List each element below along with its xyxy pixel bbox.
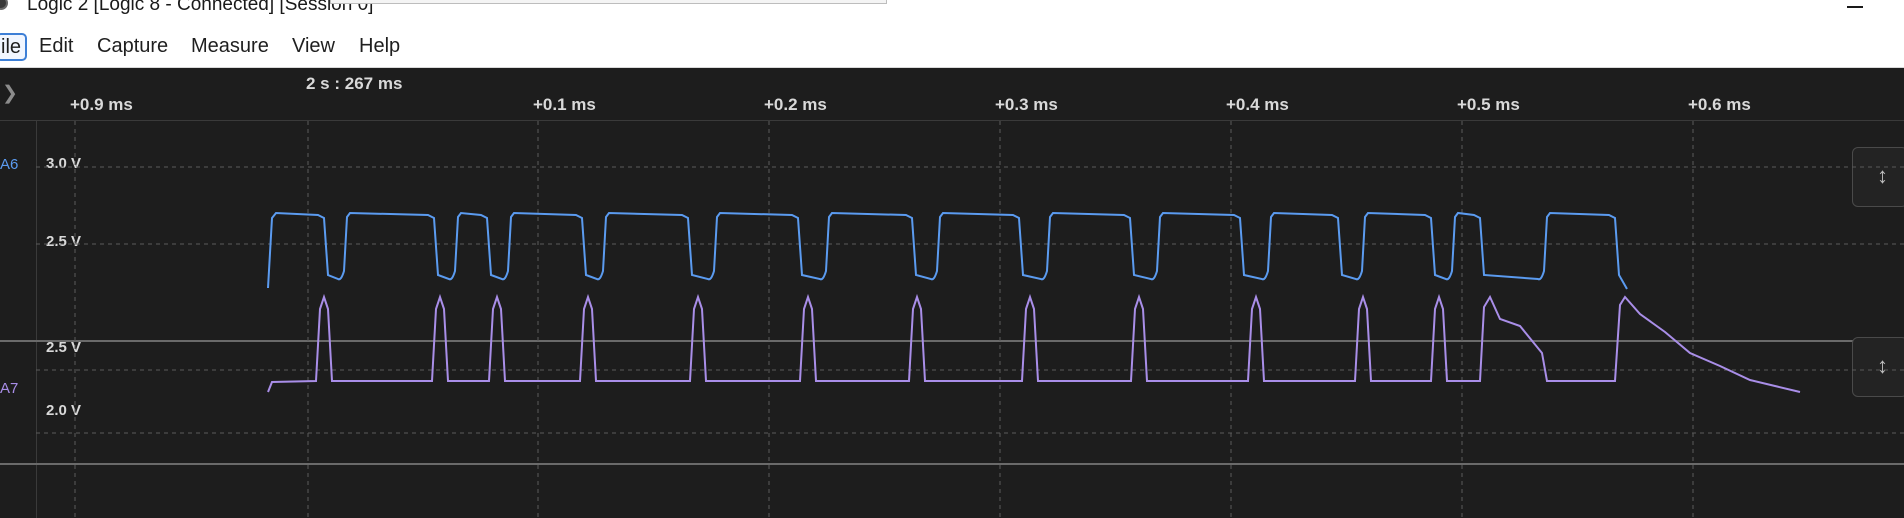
minimize-icon[interactable]: [1847, 6, 1863, 8]
menu-view[interactable]: View: [288, 32, 339, 60]
menu-edit[interactable]: Edit: [35, 32, 77, 60]
app-logo-icon: [0, 0, 8, 10]
menu-capture[interactable]: Capture: [93, 32, 172, 60]
menu-measure[interactable]: Measure: [187, 32, 273, 60]
popup-edge: [330, 0, 887, 4]
menu-help[interactable]: Help: [355, 32, 404, 60]
a7-trace: [267, 293, 1801, 393]
window-title: Logic 2 [Logic 8 - Connected] [Session 0…: [27, 0, 374, 15]
a6-trace: [267, 211, 1628, 290]
waveform-area[interactable]: [0, 68, 1904, 518]
menu-file[interactable]: ile: [0, 33, 28, 61]
capture-view: ❯ 2 s : 267 ms +0.9 ms +0.1 ms +0.2 ms +…: [0, 68, 1904, 518]
menu-bar: ile Edit Capture Measure View Help: [0, 16, 1904, 68]
title-bar: Logic 2 [Logic 8 - Connected] [Session 0…: [0, 0, 1904, 16]
